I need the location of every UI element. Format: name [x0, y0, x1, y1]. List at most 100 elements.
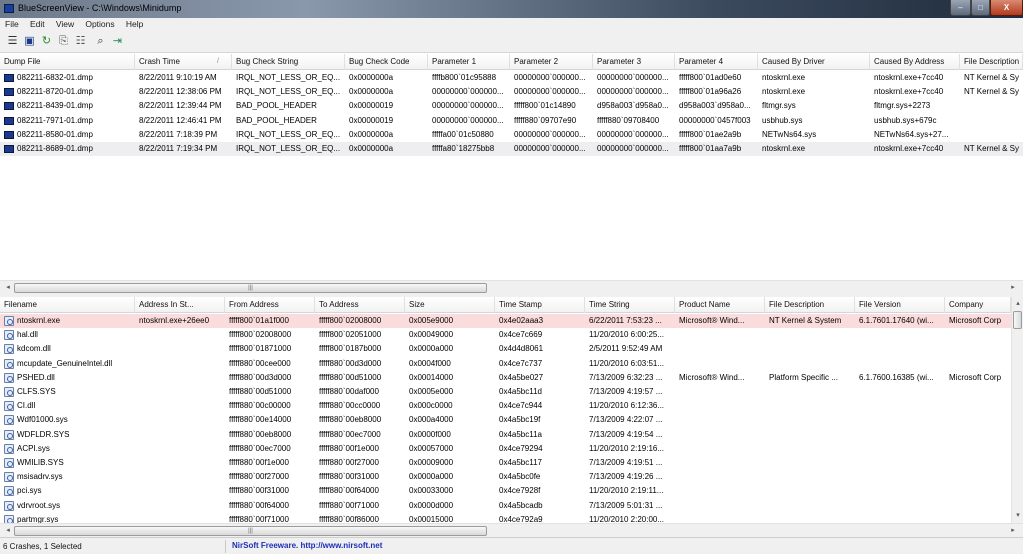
properties-sheet-icon[interactable]: ☷ [74, 35, 87, 48]
cell-dump-file: 082211-6832-01.dmp [17, 73, 93, 82]
crash-list-hscroll[interactable]: ◂ ||| ▸ [0, 280, 1023, 294]
column-header-product-name[interactable]: Product Name [675, 297, 765, 313]
column-header-address-in-st[interactable]: Address In St... [135, 297, 225, 313]
cell-dump-file: 082211-8720-01.dmp [17, 87, 93, 97]
table-row[interactable]: msisadrv.sys fffff880`00f27000 fffff880`00… [0, 470, 1011, 484]
cell-crash-time: 8/22/2011 12:46:41 PM [139, 115, 222, 125]
column-header-caused-by-driver[interactable]: Caused By Driver [758, 54, 870, 70]
table-row[interactable]: PSHED.dll fffff880`00d3d000 fffff880`00d51… [0, 371, 1011, 385]
nirsoft-link[interactable]: NirSoft Freeware. http://www.nirsoft.net [232, 541, 382, 550]
cell-file-description: NT Kernel & Sy [964, 73, 1019, 82]
module-list-hscroll[interactable]: ◂ ||| ▸ [0, 523, 1023, 537]
column-header-caused-by-address[interactable]: Caused By Address [870, 54, 960, 70]
find-icon[interactable]: ⌕ [94, 35, 107, 48]
column-header-bug-check-code[interactable]: Bug Check Code [345, 54, 428, 70]
column-header-time-string[interactable]: Time String [585, 297, 675, 313]
close-button[interactable]: X [990, 0, 1023, 16]
scroll-left-icon[interactable]: ◂ [3, 283, 13, 293]
minimize-button[interactable]: – [950, 0, 971, 16]
cell-to-address: fffff880`00f71000 [319, 500, 379, 510]
table-row[interactable]: CI.dll fffff880`00c00000 fffff880`00cc0000… [0, 399, 1011, 413]
cell-address-in-st [135, 428, 225, 442]
column-header-parameter-3[interactable]: Parameter 3 [593, 54, 675, 70]
table-row[interactable]: kdcom.dll fffff800`01871000 fffff800`0187b… [0, 342, 1011, 356]
scroll-up-icon[interactable]: ▴ [1013, 299, 1023, 309]
cell-parameter-2: 00000000`000000... [514, 87, 586, 97]
column-header-parameter-1[interactable]: Parameter 1 [428, 54, 510, 70]
refresh-icon[interactable]: ↻ [40, 35, 53, 48]
table-row[interactable]: WDFLDR.SYS fffff880`00eb8000 fffff880`00ec… [0, 428, 1011, 442]
vertical-scroll-thumb[interactable] [1013, 311, 1022, 329]
table-row[interactable]: 082211-7971-01.dmp 8/22/2011 12:46:41 PM B… [0, 114, 1023, 128]
table-row[interactable]: ntoskrnl.exe ntoskrnl.exe+26ee0 fffff800`0… [0, 314, 1011, 329]
table-row[interactable]: mcupdate_GenuineIntel.dll fffff880`00cee0… [0, 357, 1011, 371]
maximize-button[interactable]: □ [971, 0, 990, 16]
cell-time-stamp: 0x4a5bcadb [499, 500, 543, 510]
table-row[interactable]: ACPI.sys fffff880`00ec7000 fffff880`00f1e0… [0, 442, 1011, 456]
column-header-file-description[interactable]: File Description [765, 297, 855, 313]
menu-file[interactable]: File [0, 18, 23, 29]
save-icon[interactable]: ▣ [23, 35, 36, 48]
cell-size: 0x000c0000 [409, 401, 453, 411]
column-header-bug-check-string[interactable]: Bug Check String [232, 54, 345, 70]
column-header-crash-time[interactable]: Crash Time / [135, 54, 232, 70]
cell-from-address: fffff880`00ec7000 [229, 443, 291, 453]
table-row[interactable]: CLFS.SYS fffff880`00d51000 fffff880`00daf0… [0, 385, 1011, 399]
cell-file-version: 6.1.7600.16385 (wi... [859, 372, 934, 382]
table-row[interactable]: 082211-6832-01.dmp 8/22/2011 9:10:19 AM IR… [0, 71, 1023, 85]
cell-filename: WDFLDR.SYS [17, 429, 70, 439]
exit-icon[interactable]: ⇥ [111, 35, 124, 48]
menu-help[interactable]: Help [121, 18, 147, 29]
cell-from-address: fffff880`00eb8000 [229, 429, 292, 439]
column-header-parameter-2[interactable]: Parameter 2 [510, 54, 593, 70]
table-row[interactable]: 082211-8439-01.dmp 8/22/2011 12:39:44 PM B… [0, 99, 1023, 113]
cell-file-description [765, 385, 855, 399]
table-row[interactable]: partmgr.sys fffff880`00f71000 fffff880`00f… [0, 513, 1011, 523]
table-row[interactable]: 082211-8720-01.dmp 8/22/2011 12:38:06 PM I… [0, 85, 1023, 99]
toolbar: ☰ ▣ ↻ ⎘ ☷ ⌕ ⇥ [0, 31, 1023, 53]
table-row[interactable]: 082211-8689-01.dmp 8/22/2011 7:19:34 PM IR… [0, 142, 1023, 157]
table-row[interactable]: WMILIB.SYS fffff880`00f1e000 fffff880`00f2… [0, 456, 1011, 470]
cell-file-version [855, 385, 945, 399]
module-list-vscroll[interactable]: ▴ ▾ [1011, 297, 1023, 523]
column-header-file-version[interactable]: File Version [855, 297, 945, 313]
scroll-right-icon[interactable]: ▸ [1008, 526, 1018, 536]
cell-filename: kdcom.dll [17, 344, 51, 354]
cell-filename: mcupdate_GenuineIntel.dll [17, 358, 113, 368]
column-header-company[interactable]: Company [945, 297, 1011, 313]
column-header-to-address[interactable]: To Address [315, 297, 405, 313]
table-row[interactable]: vdrvroot.sys fffff880`00f64000 fffff880`00… [0, 499, 1011, 513]
cell-time-stamp: 0x4d4d8061 [499, 344, 544, 354]
cell-size: 0x00009000 [409, 458, 454, 467]
properties-icon[interactable]: ☰ [6, 35, 19, 48]
cell-caused-by-address: ntoskrnl.exe+7cc40 [874, 144, 944, 153]
column-header-file-description[interactable]: File Description [960, 54, 1023, 70]
column-header-from-address[interactable]: From Address [225, 297, 315, 313]
column-header-time-stamp[interactable]: Time Stamp [495, 297, 585, 313]
column-header-parameter-4[interactable]: Parameter 4 [675, 54, 758, 70]
scroll-thumb[interactable]: ||| [14, 283, 487, 293]
table-row[interactable]: 082211-8580-01.dmp 8/22/2011 7:18:39 PM IR… [0, 128, 1023, 142]
cell-file-description [765, 470, 855, 484]
copy-icon[interactable]: ⎘ [57, 35, 70, 48]
column-header-size[interactable]: Size [405, 297, 495, 313]
menu-edit[interactable]: Edit [25, 18, 49, 29]
scroll-right-icon[interactable]: ▸ [1008, 283, 1018, 293]
column-header-filename[interactable]: Filename [0, 297, 135, 313]
cell-file-description: NT Kernel & System [769, 316, 842, 325]
menu-view[interactable]: View [51, 18, 78, 29]
cell-product-name [675, 328, 765, 342]
scroll-thumb[interactable]: ||| [14, 526, 487, 536]
cell-company [945, 428, 1011, 442]
cell-parameter-1: 00000000`000000... [432, 87, 504, 97]
cell-company: Microsoft Corp [949, 372, 1002, 382]
scroll-down-icon[interactable]: ▾ [1013, 511, 1023, 521]
table-row[interactable]: Wdf01000.sys fffff880`00e14000 fffff880`00… [0, 413, 1011, 427]
table-row[interactable]: pci.sys fffff880`00f31000 fffff880`00f6400… [0, 484, 1011, 498]
cell-to-address: fffff880`00f27000 [319, 458, 379, 467]
column-header-dump-file[interactable]: Dump File [0, 54, 135, 70]
table-row[interactable]: hal.dll fffff800`02008000 fffff800`0205100… [0, 328, 1011, 342]
menu-options[interactable]: Options [80, 18, 118, 29]
cell-size: 0x005e9000 [409, 316, 454, 325]
scroll-left-icon[interactable]: ◂ [3, 526, 13, 536]
